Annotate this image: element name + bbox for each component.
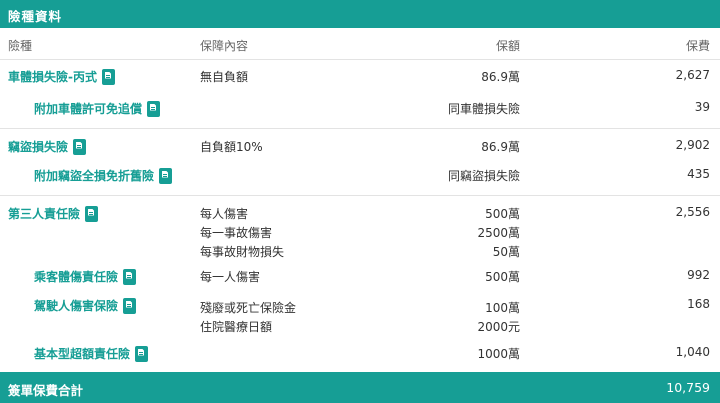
- coverage-name[interactable]: 附加車體許可免追償: [34, 100, 161, 117]
- coverage-content: 住院醫療日額: [200, 320, 273, 334]
- coverage-name[interactable]: 駕駛人傷害保險: [34, 297, 137, 314]
- coverage-amount: 86.9萬: [481, 140, 520, 154]
- document-icon[interactable]: [123, 297, 137, 314]
- coverage-row: 附加車體許可免追償 同車體損失險 39: [0, 97, 720, 119]
- coverage-premium: 168: [687, 297, 710, 311]
- coverage-amount: 1000萬: [477, 347, 520, 361]
- column-header-type: 險種: [8, 39, 33, 53]
- coverage-name[interactable]: 車體損失險-丙式: [8, 68, 115, 85]
- coverage-premium: 2,556: [675, 205, 710, 219]
- document-icon[interactable]: [135, 345, 149, 362]
- coverage-row: 第三人責任險 每人傷害 每一事故傷害 每事故財物損失 500萬 2500萬 50…: [0, 202, 720, 266]
- coverage-content: 每人傷害: [200, 207, 249, 221]
- document-icon[interactable]: [123, 268, 137, 285]
- coverage-amount: 86.9萬: [481, 70, 520, 84]
- document-icon[interactable]: [85, 205, 99, 222]
- coverage-content: 殘廢或死亡保險金: [200, 301, 297, 315]
- coverage-amount: 100萬: [485, 301, 520, 315]
- coverage-row: 基本型超額責任險 1000萬 1,040: [0, 342, 720, 364]
- coverage-group-liability: 第三人責任險 每人傷害 每一事故傷害 每事故財物損失 500萬 2500萬 50…: [0, 196, 720, 372]
- coverage-name[interactable]: 竊盜損失險: [8, 138, 87, 155]
- coverage-row: 竊盜損失險 自負額10% 86.9萬 2,902: [0, 135, 720, 157]
- document-icon[interactable]: [147, 100, 161, 117]
- coverage-amount: 50萬: [492, 245, 520, 259]
- document-icon[interactable]: [101, 68, 115, 85]
- coverage-group-vehicle-damage: 車體損失險-丙式 無自負額 86.9萬 2,627 附加車體許可免追償 同車體損…: [0, 60, 720, 129]
- coverage-amount: 2000元: [477, 320, 520, 334]
- coverage-row: 駕駛人傷害保險 殘廢或死亡保險金 住院醫療日額 100萬 2000元 168: [0, 294, 720, 338]
- coverage-premium: 2,902: [675, 138, 710, 152]
- section-title: 險種資料: [8, 9, 63, 24]
- coverage-content: 自負額10%: [200, 140, 263, 154]
- coverage-amount: 2500萬: [477, 226, 520, 240]
- total-footer: 簽單保費合計 10,759: [0, 372, 720, 403]
- total-label: 簽單保費合計: [8, 383, 84, 398]
- coverage-premium: 992: [687, 268, 710, 282]
- coverage-row: 附加竊盜全損免折舊險 同竊盜損失險 435: [0, 164, 720, 186]
- coverage-name[interactable]: 乘客體傷責任險: [34, 268, 137, 285]
- column-header-content: 保障內容: [200, 39, 249, 53]
- coverage-premium: 2,627: [675, 68, 710, 82]
- document-icon[interactable]: [73, 138, 87, 155]
- coverage-content: 每一事故傷害: [200, 226, 273, 240]
- coverage-name[interactable]: 附加竊盜全損免折舊險: [34, 167, 173, 184]
- coverage-row: 車體損失險-丙式 無自負額 86.9萬 2,627: [0, 65, 720, 87]
- coverage-premium: 435: [687, 167, 710, 181]
- column-header-premium: 保費: [685, 39, 710, 53]
- coverage-name[interactable]: 基本型超額責任險: [34, 345, 149, 362]
- coverage-group-theft: 竊盜損失險 自負額10% 86.9萬 2,902 附加竊盜全損免折舊險 同竊盜損…: [0, 129, 720, 196]
- coverage-amount: 500萬: [485, 270, 520, 284]
- coverage-content: 每一人傷害: [200, 270, 261, 284]
- section-header: 險種資料: [0, 0, 720, 28]
- document-icon[interactable]: [159, 167, 173, 184]
- coverage-name[interactable]: 第三人責任險: [8, 205, 99, 222]
- coverage-amount: 同車體損失險: [447, 102, 520, 116]
- coverage-premium: 39: [694, 100, 710, 114]
- coverage-content: 每事故財物損失: [200, 245, 285, 259]
- coverage-premium: 1,040: [675, 345, 710, 359]
- coverage-amount: 同竊盜損失險: [447, 169, 520, 183]
- column-header-row: 險種 保障內容 保額 保費: [0, 28, 720, 60]
- coverage-row: 乘客體傷責任險 每一人傷害 500萬 992: [0, 265, 720, 287]
- coverage-amount: 500萬: [485, 207, 520, 221]
- total-premium: 10,759: [666, 380, 710, 395]
- column-header-amount: 保額: [495, 39, 520, 53]
- coverage-content: 無自負額: [200, 70, 249, 84]
